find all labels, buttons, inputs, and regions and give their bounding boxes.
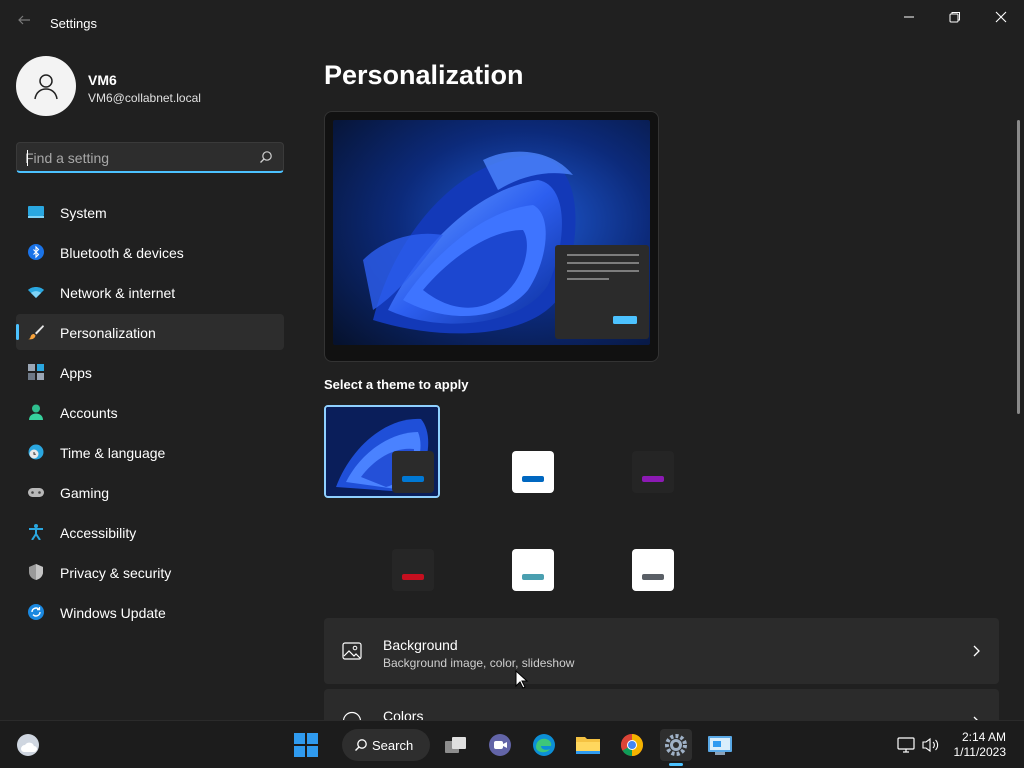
bluetooth-icon [28,244,44,260]
clock-time: 2:14 AM [961,730,1006,744]
system-clock[interactable]: 2:14 AM 1/11/2023 [954,730,1007,760]
scrollbar[interactable] [1017,120,1020,414]
restore-icon[interactable] [932,4,978,30]
taskbar: Search 2:14 AM 1/11/2023 [0,720,1024,768]
sidebar-item-label: Personalization [60,325,156,341]
search-icon [355,739,367,751]
taskbar-search-button[interactable]: Search [342,729,430,761]
network-icon[interactable] [893,729,919,761]
theme-windows-light[interactable] [474,407,590,500]
remote-desktop-icon[interactable] [704,729,736,761]
sidebar-item-apps[interactable]: Apps [16,354,284,390]
taskbar-search-label: Search [372,738,414,753]
sidebar-item-label: Accessibility [60,525,137,541]
accessibility-icon [29,524,43,540]
sidebar-item-accessibility[interactable]: Accessibility [16,514,284,550]
shield-icon [29,564,43,580]
sidebar-item-windows-update[interactable]: Windows Update [16,594,284,630]
theme-section-label: Select a theme to apply [324,377,469,392]
search-input[interactable] [25,148,245,168]
theme-sunrise[interactable] [474,505,590,598]
apps-icon [28,364,44,380]
settings-icon[interactable] [660,729,692,761]
teams-chat-icon[interactable] [484,729,516,761]
clock-globe-icon [28,444,44,460]
sidebar-item-privacy-security[interactable]: Privacy & security [16,554,284,590]
theme-preview [324,111,659,362]
paintbrush-icon [28,325,44,340]
sidebar-item-label: System [60,205,107,221]
sync-icon [28,604,44,620]
user-email: VM6@collabnet.local [88,91,201,105]
wallpaper-preview [333,120,650,345]
sidebar-item-label: Apps [60,365,92,381]
edge-icon[interactable] [528,729,560,761]
weather-icon[interactable] [12,729,44,761]
wifi-icon [28,287,44,298]
app-title: Settings [50,16,97,31]
sidebar-item-label: Privacy & security [60,565,172,581]
start-icon[interactable] [290,729,322,761]
sidebar-nav: System Bluetooth & devices Network & int… [16,194,284,634]
image-icon [342,642,362,660]
sidebar-item-personalization[interactable]: Personalization [16,314,284,350]
background-setting-card[interactable]: Background Background image, color, slid… [324,618,999,684]
title-bar: Settings [0,0,1024,40]
sidebar-item-gaming[interactable]: Gaming [16,474,284,510]
active-app-indicator [669,763,683,766]
mouse-cursor-icon [515,670,529,689]
avatar[interactable] [16,56,76,116]
back-arrow-icon[interactable] [14,12,34,32]
sidebar-item-label: Windows Update [60,605,166,621]
search-box[interactable] [16,142,284,173]
preview-window [555,245,649,339]
page-title: Personalization [324,60,524,90]
task-view-icon[interactable] [440,729,472,761]
card-subtitle: Background image, color, slideshow [383,656,575,670]
search-icon[interactable] [259,150,273,169]
clock-date: 1/11/2023 [953,745,1007,759]
file-explorer-icon[interactable] [572,729,604,761]
user-name: VM6 [88,72,117,88]
sidebar-item-label: Bluetooth & devices [60,245,184,261]
sidebar-item-system[interactable]: System [16,194,284,230]
person-icon [34,74,58,100]
sidebar-item-label: Accounts [60,405,118,421]
sidebar-item-accounts[interactable]: Accounts [16,394,284,430]
sidebar-item-bluetooth[interactable]: Bluetooth & devices [16,234,284,270]
settings-window: Settings VM6 VM6@collabnet.local Find a … [0,0,1024,729]
person-icon [29,404,43,420]
gamepad-icon [28,488,44,497]
sidebar-item-label: Time & language [60,445,166,461]
sidebar-item-label: Network & internet [60,285,176,301]
theme-flow[interactable] [594,505,710,598]
text-caret [27,150,28,166]
monitor-icon [28,206,44,218]
theme-windows-dark[interactable] [324,405,440,498]
minimize-icon[interactable] [886,4,932,30]
sidebar-item-network[interactable]: Network & internet [16,274,284,310]
theme-captured-motion[interactable] [354,505,470,598]
sidebar-item-label: Gaming [60,485,110,501]
theme-glow[interactable] [594,407,710,500]
volume-icon[interactable] [918,729,944,761]
card-title: Background [383,637,458,653]
close-icon[interactable] [978,4,1024,30]
chevron-right-icon [973,645,980,657]
chrome-icon[interactable] [616,729,648,761]
sidebar-item-time-language[interactable]: Time & language [16,434,284,470]
